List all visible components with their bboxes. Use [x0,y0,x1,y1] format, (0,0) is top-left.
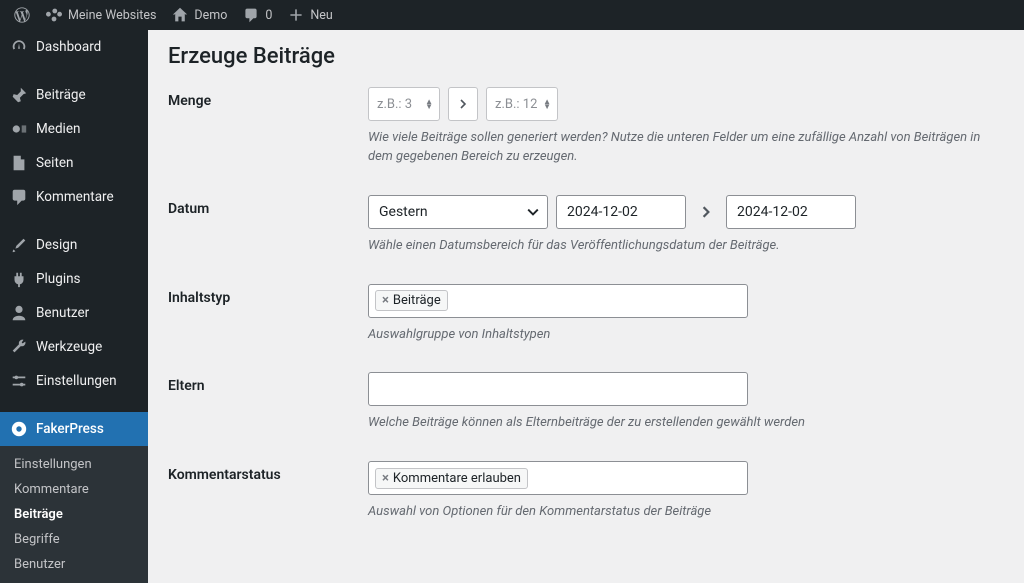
label-quantity: Menge [168,87,368,109]
chevron-down-icon [527,206,539,218]
menu-plugins[interactable]: Plugins [0,262,148,296]
home-icon [172,7,188,23]
wrench-icon [10,338,28,356]
comments-link[interactable]: 0 [235,0,280,30]
my-sites-label: Meine Websites [68,8,156,23]
menu-label: Medien [36,121,80,137]
menu-label: Einstellungen [36,373,117,389]
tag-label: Beiträge [393,293,441,308]
placeholder-text: z.B.: 3 [377,97,412,112]
date-preset-select[interactable]: Gestern [368,195,548,229]
page-content: Erzeuge Beiträge Menge z.B.: 3 ▲▼ z.B.: … [148,30,1024,538]
row-quantity: Menge z.B.: 3 ▲▼ z.B.: 12 ▲▼ Wie viele B… [168,87,1004,167]
date-value: 2024-12-02 [737,204,808,220]
menu-label: FakerPress [36,421,104,437]
date-from-input[interactable]: 2024-12-02 [556,195,686,229]
dashboard-icon [10,38,28,56]
new-content[interactable]: Neu [280,0,340,30]
submenu-settings[interactable]: Einstellungen [0,452,148,477]
tag-posts[interactable]: × Beiträge [375,290,448,311]
remove-tag-icon[interactable]: × [382,471,389,486]
select-value: Gestern [379,204,428,220]
desc-comment-status: Auswahl von Optionen für den Kommentarst… [368,503,1004,522]
page-icon [10,154,28,172]
new-content-label: Neu [310,8,332,23]
parent-select[interactable] [368,372,748,406]
content-type-select[interactable]: × Beiträge [368,284,748,318]
menu-label: Werkzeuge [36,339,102,355]
comments-count: 0 [265,8,272,23]
stepper-icon: ▲▼ [425,99,433,109]
stepper-icon: ▲▼ [543,99,551,109]
menu-settings[interactable]: Einstellungen [0,364,148,398]
row-content-type: Inhaltstyp × Beiträge Auswahlgruppe von … [168,284,1004,345]
row-date: Datum Gestern 2024-12-02 2024-12-02 Wähl… [168,195,1004,256]
remove-tag-icon[interactable]: × [382,293,389,308]
page-title: Erzeuge Beiträge [168,44,1004,69]
user-icon [10,304,28,322]
label-parent: Eltern [168,372,368,394]
menu-users[interactable]: Benutzer [0,296,148,330]
menu-media[interactable]: Medien [0,112,148,146]
media-icon [10,120,28,138]
placeholder-text: z.B.: 12 [495,97,537,112]
pin-icon [10,86,28,104]
comment-icon [10,188,28,206]
menu-label: Dashboard [36,39,101,55]
menu-appearance[interactable]: Design [0,228,148,262]
fakerpress-icon [10,420,28,438]
wordpress-icon [14,7,30,23]
desc-date: Wähle einen Datumsbereich für das Veröff… [368,237,1004,256]
menu-label: Plugins [36,271,81,287]
date-to-input[interactable]: 2024-12-02 [726,195,856,229]
tag-label: Kommentare erlauben [393,471,521,486]
wp-logo[interactable] [6,0,38,30]
label-content-type: Inhaltstyp [168,284,368,306]
desc-content-type: Auswahlgruppe von Inhaltstypen [368,326,1004,345]
comment-icon [243,7,259,23]
admin-sidebar: Dashboard Beiträge Medien Seiten Komment… [0,30,148,538]
plus-icon [288,7,304,23]
menu-comments[interactable]: Kommentare [0,180,148,214]
submenu-terms[interactable]: Begriffe [0,527,148,552]
menu-pages[interactable]: Seiten [0,146,148,180]
chevron-right-icon [458,99,468,109]
submenu-users[interactable]: Benutzer [0,552,148,577]
menu-label: Seiten [36,155,74,171]
admin-bar: Meine Websites Demo 0 Neu [0,0,1024,30]
tag-allow-comments[interactable]: × Kommentare erlauben [375,468,528,489]
menu-label: Beiträge [36,87,86,103]
date-value: 2024-12-02 [567,204,638,220]
site-name-label: Demo [194,8,227,23]
menu-fakerpress[interactable]: FakerPress [0,412,148,446]
submenu-posts[interactable]: Beiträge [0,502,148,527]
label-comment-status: Kommentarstatus [168,461,368,483]
menu-tools[interactable]: Werkzeuge [0,330,148,364]
menu-label: Design [36,237,77,253]
plugin-icon [10,270,28,288]
qty-max-input[interactable]: z.B.: 12 ▲▼ [486,87,558,121]
range-arrow [694,195,718,229]
label-date: Datum [168,195,368,217]
desc-quantity: Wie viele Beiträge sollen generiert werd… [368,129,1004,167]
brush-icon [10,236,28,254]
desc-parent: Welche Beiträge können als Elternbeiträg… [368,414,1004,433]
range-arrow [448,87,478,121]
chevron-right-icon [700,206,712,218]
menu-posts[interactable]: Beiträge [0,78,148,112]
site-name[interactable]: Demo [164,0,235,30]
menu-label: Kommentare [36,189,114,205]
sliders-icon [10,372,28,390]
qty-min-input[interactable]: z.B.: 3 ▲▼ [368,87,440,121]
my-sites[interactable]: Meine Websites [38,0,164,30]
row-parent: Eltern Welche Beiträge können als Eltern… [168,372,1004,433]
menu-dashboard[interactable]: Dashboard [0,30,148,64]
submenu-comments[interactable]: Kommentare [0,477,148,502]
row-comment-status: Kommentarstatus × Kommentare erlauben Au… [168,461,1004,522]
fakerpress-submenu: Einstellungen Kommentare Beiträge Begrif… [0,446,148,583]
menu-label: Benutzer [36,305,89,321]
comment-status-select[interactable]: × Kommentare erlauben [368,461,748,495]
multisite-icon [46,7,62,23]
